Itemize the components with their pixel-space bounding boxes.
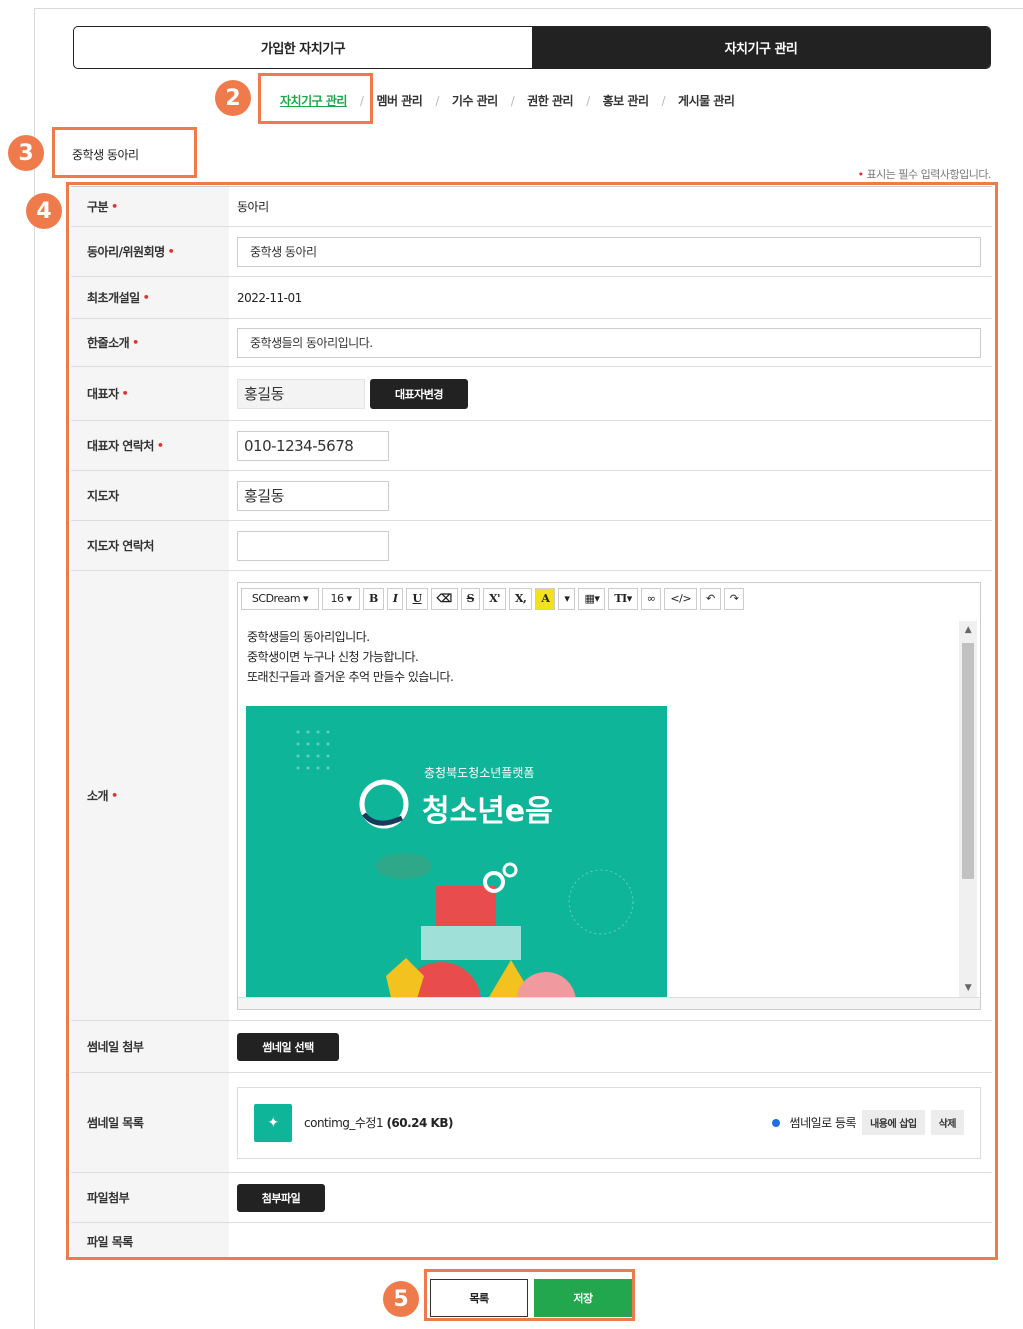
subtab-member-manage[interactable]: 멤버 관리	[376, 92, 422, 109]
step-badge-4: 4	[26, 193, 62, 229]
subtab-permission-manage[interactable]: 권한 관리	[527, 92, 573, 109]
required-note: • 표시는 필수 입력사항입니다.	[857, 168, 992, 181]
top-tab-switch: 가입한 자치기구 자치기구 관리	[73, 26, 991, 69]
subtab-term-manage[interactable]: 기수 관리	[452, 92, 498, 109]
tab-org-manage[interactable]: 자치기구 관리	[532, 27, 990, 68]
highlight-box-4	[66, 182, 998, 1260]
tab-joined-orgs[interactable]: 가입한 자치기구	[74, 27, 532, 68]
subtab-post-manage[interactable]: 게시물 관리	[678, 92, 735, 109]
step-badge-3: 3	[8, 135, 44, 171]
highlight-box-3	[52, 127, 197, 178]
highlight-box-5	[424, 1269, 635, 1321]
highlight-box-2	[258, 73, 373, 124]
step-badge-5: 5	[383, 1281, 419, 1317]
step-badge-2: 2	[215, 80, 251, 116]
subtab-promo-manage[interactable]: 홍보 관리	[603, 92, 649, 109]
